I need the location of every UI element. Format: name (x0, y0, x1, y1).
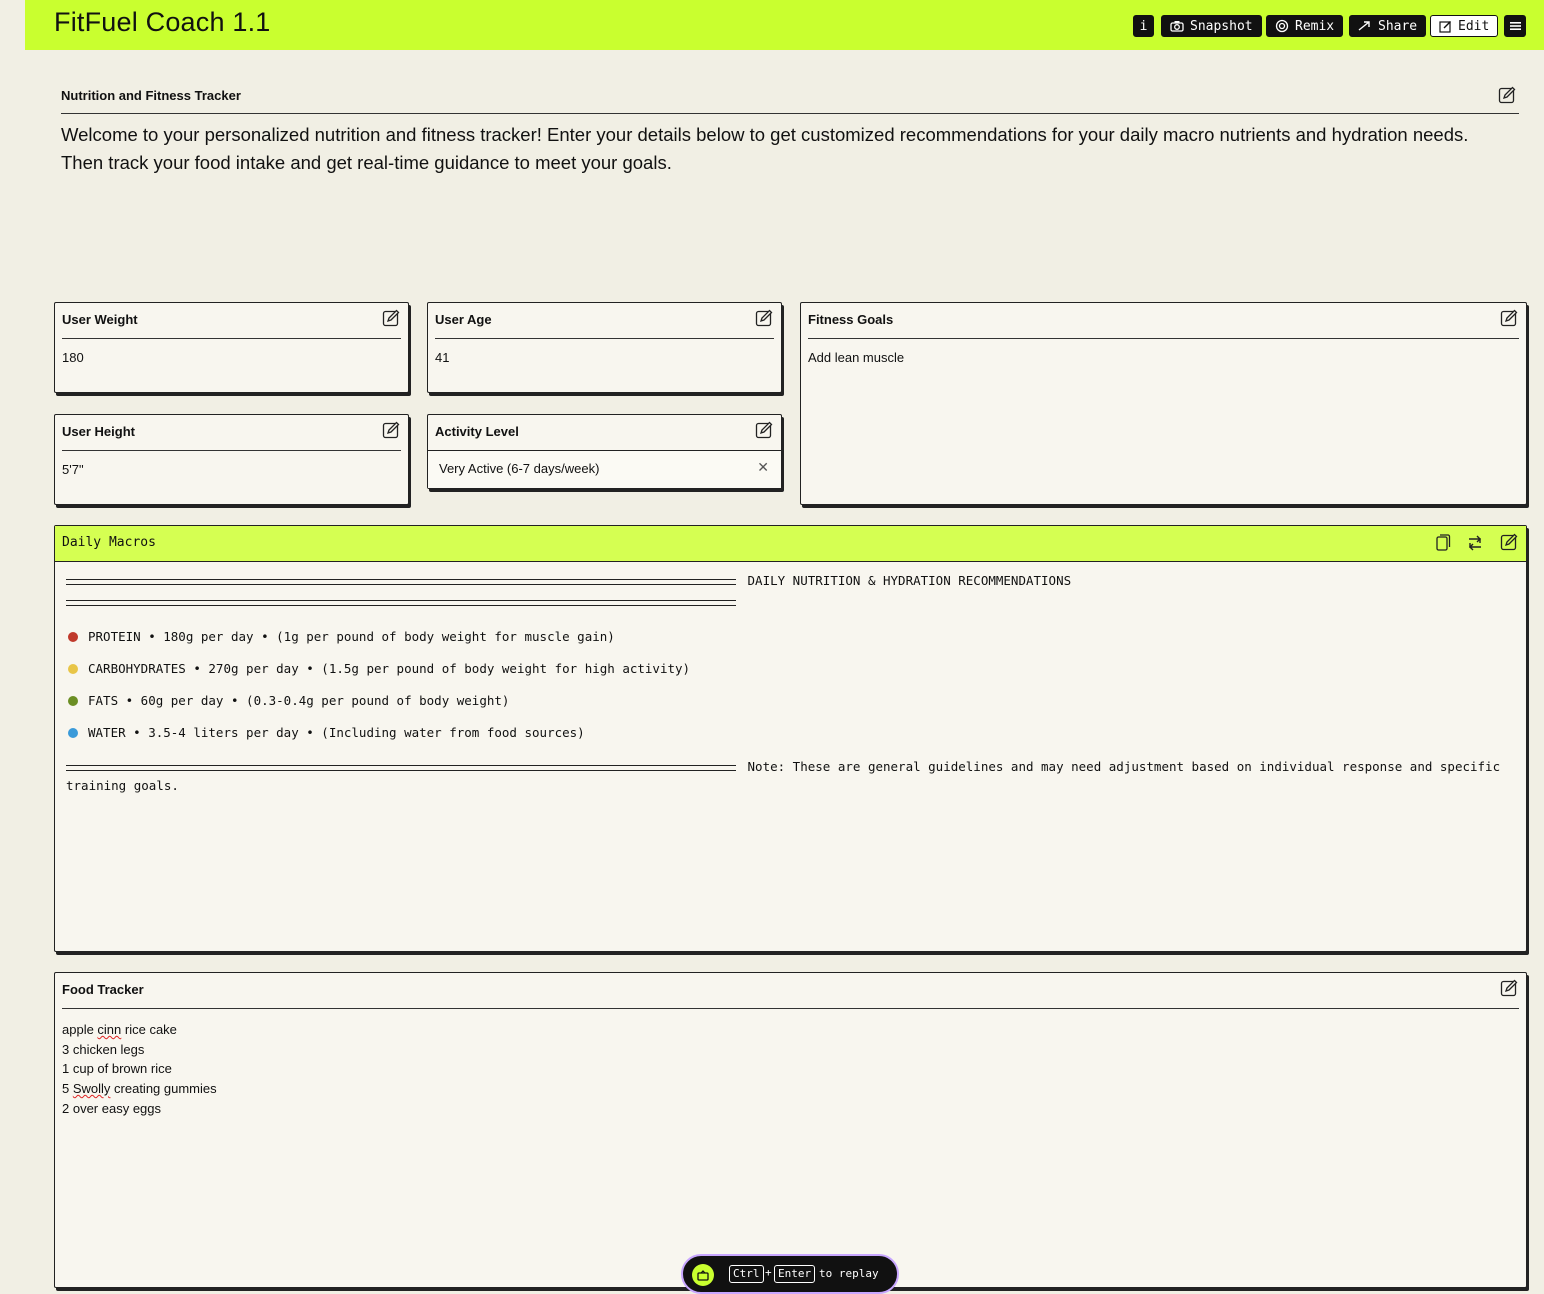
meat-icon (68, 632, 78, 642)
edit-icon[interactable] (382, 421, 400, 444)
card-divider (808, 338, 1519, 339)
intro-edit-icon[interactable] (1498, 86, 1516, 109)
activity-level-value: Very Active (6-7 days/week) (439, 461, 600, 476)
double-rule (66, 599, 736, 606)
food-entry: 3 chicken legs (62, 1041, 145, 1057)
macro-carbs: CARBOHYDRATES • 270g per day • (1.5g per… (66, 653, 1506, 685)
user-age-value[interactable]: 41 (435, 350, 449, 365)
remix-icon (1275, 19, 1289, 33)
food-entry: 5 Swolly creating gummies (62, 1081, 217, 1097)
activity-level-select[interactable]: Very Active (6-7 days/week) ✕ (428, 450, 781, 488)
app-title: FitFuel Coach 1.1 (54, 7, 271, 37)
edit-icon[interactable] (755, 309, 773, 332)
share-button[interactable]: Share (1349, 15, 1427, 37)
food-tracker-card: Food Tracker apple cinn rice cake 3 chic… (54, 972, 1527, 1288)
macro-protein: PROTEIN • 180g per day • (1g per pound o… (66, 621, 1506, 653)
fitness-goals-label: Fitness Goals (808, 312, 894, 327)
avocado-icon (68, 696, 78, 706)
intro-text: Welcome to your personalized nutrition a… (61, 124, 1469, 173)
macro-fats: FATS • 60g per day • (0.3-0.4g per pound… (66, 685, 1506, 717)
intro-heading: Nutrition and Fitness Tracker (61, 88, 241, 103)
edit-pencil-icon (1439, 20, 1451, 33)
user-age-label: User Age (435, 312, 492, 327)
daily-macros-title: Daily Macros (62, 535, 156, 550)
remix-label: Remix (1295, 18, 1335, 34)
copy-icon[interactable] (1435, 534, 1451, 557)
macro-text: WATER • 3.5-4 liters per day • (Includin… (88, 725, 585, 740)
macros-header-rule-row (66, 590, 1506, 614)
double-rule (66, 764, 736, 771)
macros-note-row: Note: These are general guidelines and m… (66, 757, 1506, 776)
edit-icon[interactable] (755, 421, 773, 444)
card-divider (435, 338, 774, 339)
macro-text: CARBOHYDRATES • 270g per day • (1.5g per… (88, 661, 691, 676)
food-tracker-title: Food Tracker (62, 982, 144, 997)
daily-macros-header: Daily Macros (55, 526, 1526, 562)
plus-sign: + (765, 1266, 772, 1279)
macros-note: Note: These are general guidelines and m… (747, 759, 1501, 774)
clear-icon[interactable]: ✕ (757, 459, 769, 476)
activity-level-card: Activity Level Very Active (6-7 days/wee… (427, 414, 782, 489)
daily-macros-output: DAILY NUTRITION & HYDRATION RECOMMENDATI… (66, 571, 1506, 795)
macros-header-text: DAILY NUTRITION & HYDRATION RECOMMENDATI… (747, 573, 1072, 588)
enter-key: Enter (774, 1265, 816, 1283)
card-divider (62, 1008, 1519, 1009)
activity-level-label: Activity Level (435, 424, 519, 439)
macros-header-row: DAILY NUTRITION & HYDRATION RECOMMENDATI… (66, 571, 1506, 590)
snapshot-label: Snapshot (1190, 18, 1253, 34)
edit-label: Edit (1458, 18, 1490, 34)
user-weight-card: User Weight 180 (54, 302, 409, 393)
edit-button[interactable]: Edit (1430, 15, 1499, 37)
edit-icon[interactable] (382, 309, 400, 332)
ctrl-key: Ctrl (729, 1265, 764, 1283)
daily-macros-card: Daily Macros DAILY NUTRITION & HYDRATION… (54, 525, 1527, 952)
user-age-card: User Age 41 (427, 302, 782, 393)
macro-text: PROTEIN • 180g per day • (1g per pound o… (88, 629, 615, 644)
info-button[interactable]: i (1133, 15, 1154, 37)
macro-water: WATER • 3.5-4 liters per day • (Includin… (66, 717, 1506, 749)
snapshot-button[interactable]: Snapshot (1161, 15, 1262, 37)
food-entry: 1 cup of brown rice (62, 1061, 172, 1077)
card-divider (62, 338, 401, 339)
macro-text: FATS • 60g per day • (0.3-0.4g per pound… (88, 693, 510, 708)
double-rule (66, 578, 736, 585)
intro-divider (61, 113, 1519, 114)
share-label: Share (1378, 18, 1418, 34)
fitness-goals-card: Fitness Goals Add lean muscle (800, 302, 1527, 505)
user-height-card: User Height 5'7" (54, 414, 409, 505)
edit-icon[interactable] (1500, 309, 1518, 332)
camera-icon (1170, 21, 1184, 32)
food-entry: 2 over easy eggs (62, 1100, 162, 1116)
corn-icon (68, 664, 78, 674)
regenerate-icon[interactable] (1465, 534, 1485, 557)
card-divider (62, 450, 401, 451)
user-weight-label: User Weight (62, 312, 138, 327)
menu-button[interactable] (1504, 15, 1526, 37)
user-height-label: User Height (62, 424, 135, 439)
food-entries-textarea[interactable]: apple cinn rice cake 3 chicken legs 1 cu… (62, 1020, 217, 1119)
replay-hint[interactable]: Ctrl + Enter to replay (681, 1254, 899, 1294)
top-bar: FitFuel Coach 1.1 i Snapshot Remix Share… (25, 0, 1544, 50)
user-height-value[interactable]: 5'7" (62, 462, 84, 477)
food-entry: apple cinn rice cake (62, 1022, 177, 1037)
macros-note-continued: training goals. (66, 778, 179, 793)
replay-icon (692, 1264, 714, 1286)
hamburger-menu-icon (1509, 22, 1521, 30)
share-arrow-icon (1358, 21, 1370, 31)
remix-button[interactable]: Remix (1266, 15, 1344, 37)
fitness-goals-value[interactable]: Add lean muscle (808, 350, 904, 365)
user-weight-value[interactable]: 180 (62, 350, 84, 365)
edit-icon[interactable] (1500, 533, 1518, 556)
info-label: i (1139, 18, 1148, 34)
replay-label: to replay (819, 1267, 879, 1280)
edit-icon[interactable] (1500, 979, 1518, 1002)
water-drop-icon (68, 728, 78, 738)
